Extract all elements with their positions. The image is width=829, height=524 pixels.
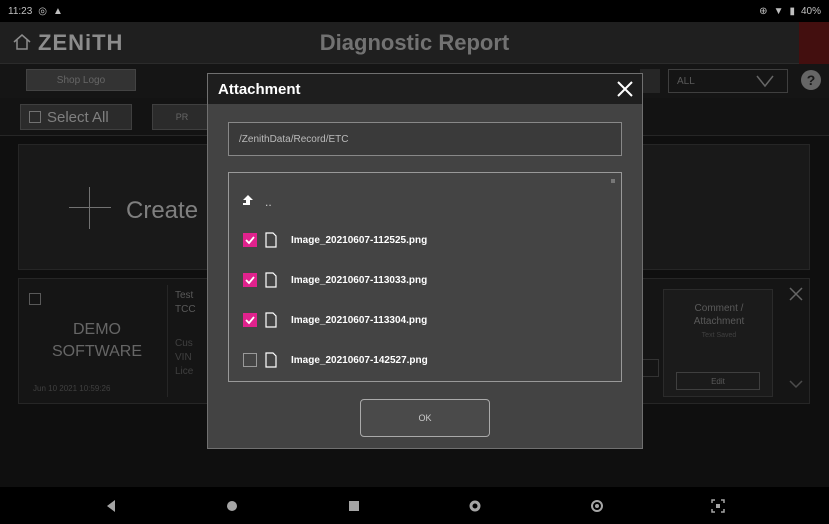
file-row[interactable]: Image_20210607-113304.png xyxy=(243,309,427,331)
ok-button[interactable]: OK xyxy=(360,399,490,437)
checkmark-icon xyxy=(245,236,255,245)
file-icon xyxy=(265,272,277,288)
file-icon xyxy=(265,232,277,248)
file-name: Image_20210607-112525.png xyxy=(291,234,428,246)
path-field: /ZenithData/Record/ETC xyxy=(228,122,622,156)
folder-up-icon xyxy=(243,195,253,205)
parent-directory-label: .. xyxy=(265,195,272,209)
file-icon xyxy=(265,312,277,328)
file-name: Image_20210607-142527.png xyxy=(291,354,428,366)
dialog-title: Attachment xyxy=(218,80,301,98)
scrollbar[interactable] xyxy=(611,179,615,183)
file-checkbox[interactable] xyxy=(243,233,257,247)
file-row[interactable]: Image_20210607-113033.png xyxy=(243,269,427,291)
close-icon[interactable] xyxy=(616,80,634,98)
file-icon xyxy=(265,352,277,368)
file-checkbox[interactable] xyxy=(243,273,257,287)
attachment-dialog: Attachment /ZenithData/Record/ETC .. Ima… xyxy=(207,73,643,449)
file-checkbox[interactable] xyxy=(243,313,257,327)
file-checkbox[interactable] xyxy=(243,353,257,367)
file-row[interactable]: Image_20210607-112525.png xyxy=(243,229,427,251)
parent-directory-row[interactable]: .. xyxy=(241,193,272,211)
checkmark-icon xyxy=(245,316,255,325)
dialog-header: Attachment xyxy=(208,74,642,104)
file-name: Image_20210607-113033.png xyxy=(291,274,428,286)
file-row[interactable]: Image_20210607-142527.png xyxy=(243,349,428,371)
file-name: Image_20210607-113304.png xyxy=(291,314,428,326)
file-list[interactable]: .. Image_20210607-112525.png Image_202106… xyxy=(228,172,622,382)
checkmark-icon xyxy=(245,276,255,285)
